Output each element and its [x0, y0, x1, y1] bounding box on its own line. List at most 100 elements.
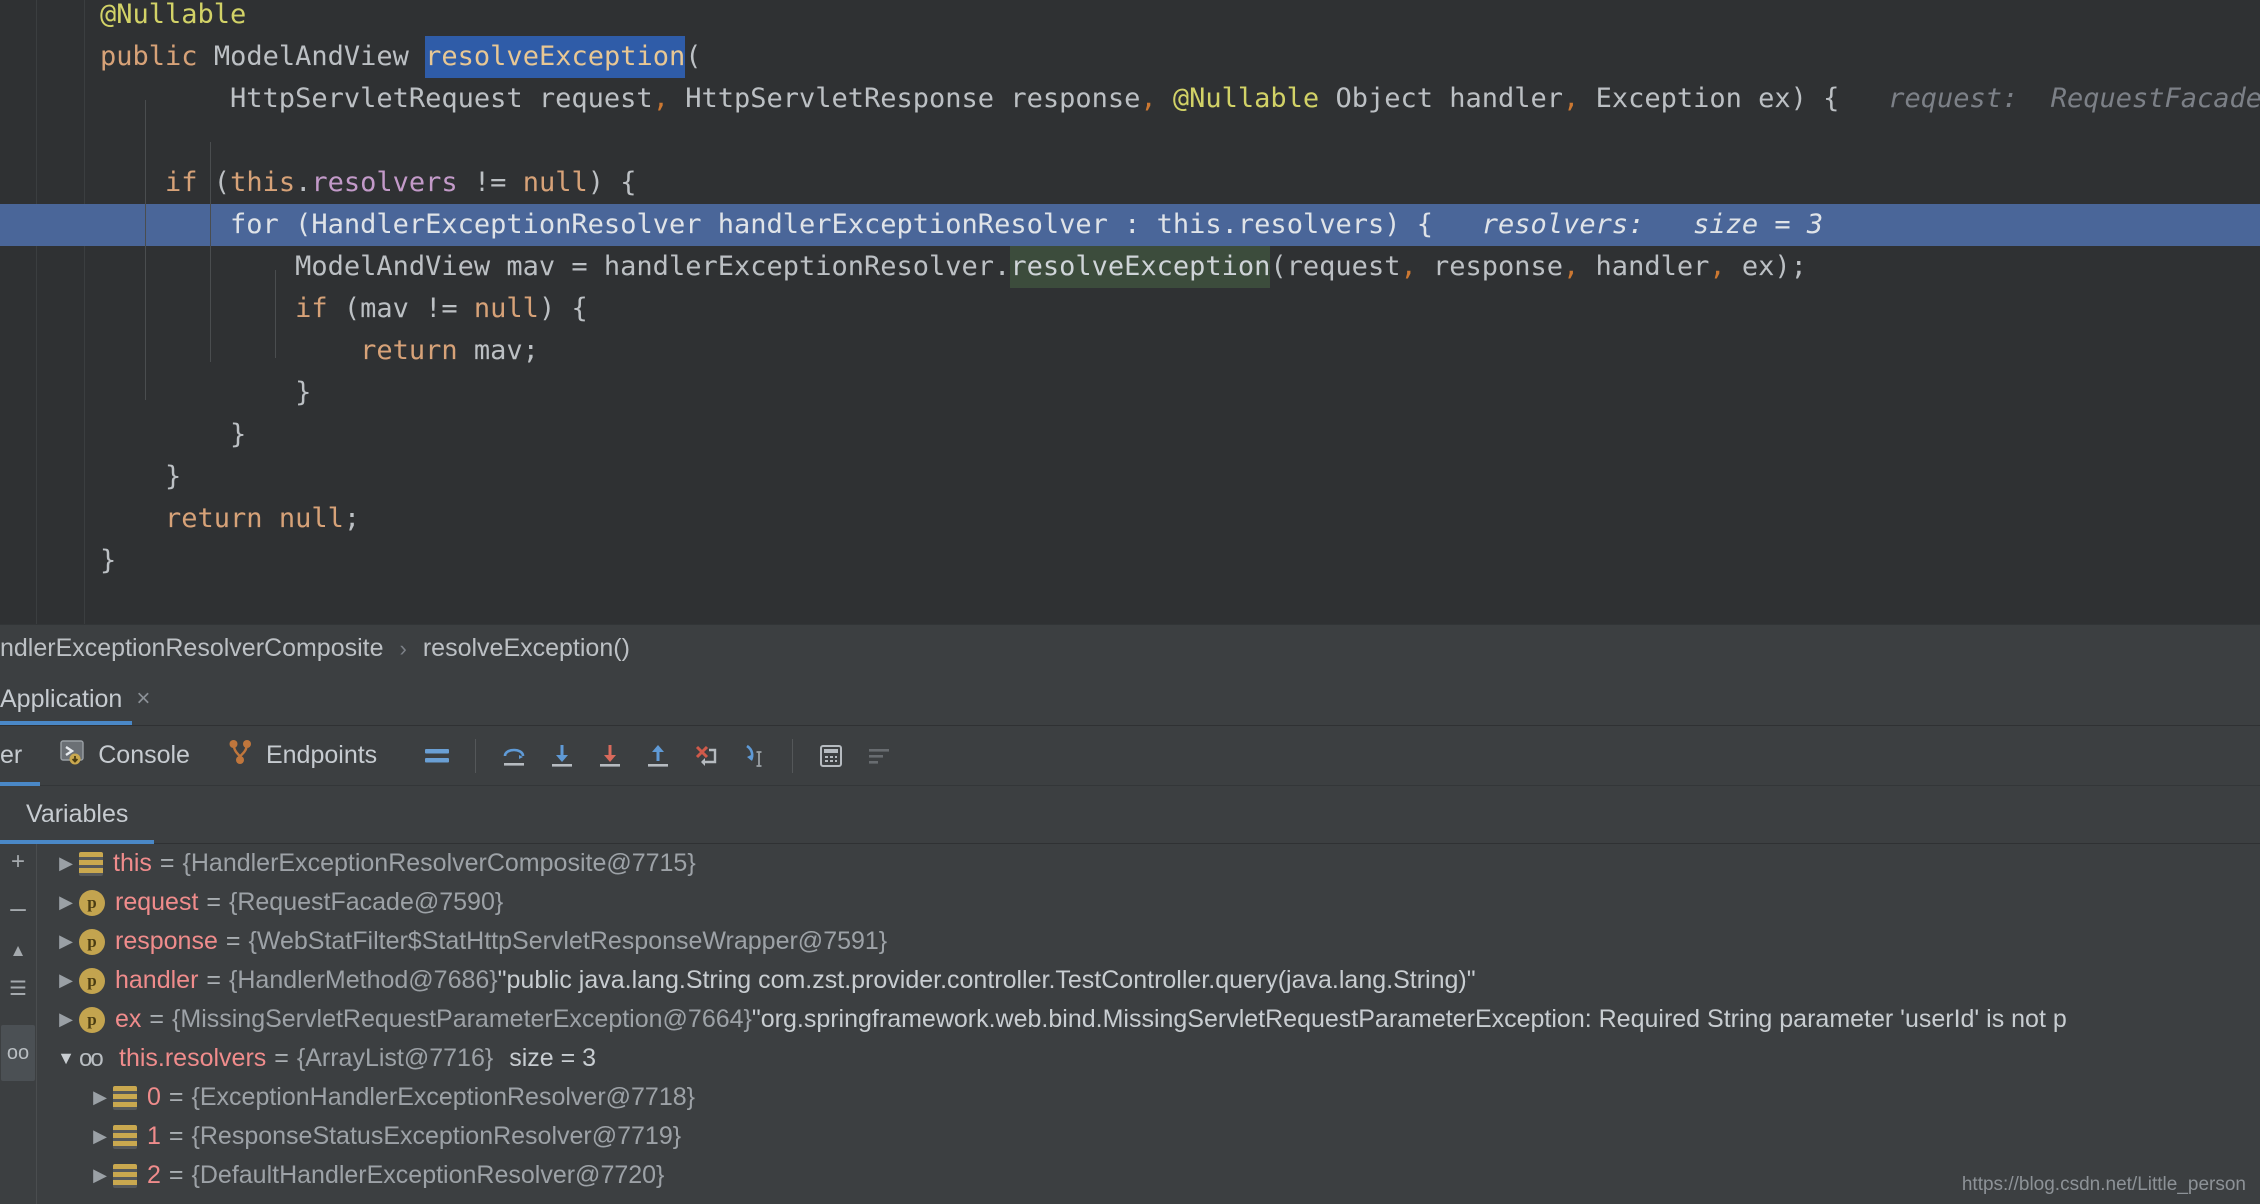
tab-variables[interactable]: Variables [0, 786, 154, 844]
variable-name: ex [115, 1005, 141, 1034]
variables-tree[interactable]: ▶this={HandlerExceptionResolverComposite… [37, 844, 2260, 1204]
code-token: ( [685, 36, 701, 78]
parameter-icon: p [79, 929, 105, 955]
variable-value: {ArrayList@7716} [297, 1044, 493, 1073]
variable-row[interactable]: ▶2={DefaultHandlerExceptionResolver@7720… [37, 1156, 2260, 1195]
code-token [409, 36, 425, 78]
variable-equals: = [152, 849, 183, 878]
toolbar-separator [475, 739, 476, 773]
chevron-right-icon[interactable]: ▶ [53, 1009, 79, 1030]
chevron-right-icon[interactable]: ▶ [53, 931, 79, 952]
code-token: ModelAndView [214, 36, 409, 78]
variable-value: {ExceptionHandlerExceptionResolver@7718} [192, 1083, 695, 1112]
code-token: if [295, 288, 328, 330]
chevron-right-icon[interactable]: ▶ [87, 1087, 113, 1108]
variable-row[interactable]: ▶1={ResponseStatusExceptionResolver@7719… [37, 1117, 2260, 1156]
variable-row[interactable]: ▶prequest={RequestFacade@7590} [37, 883, 2260, 922]
tab-console-label: Console [98, 741, 190, 770]
console-icon [58, 737, 88, 774]
tab-variables-label: Variables [26, 800, 128, 829]
code-token: . [1222, 204, 1238, 246]
code-line: } [0, 540, 2260, 582]
variable-name: 1 [147, 1122, 161, 1151]
tab-endpoints[interactable]: Endpoints [208, 726, 395, 786]
drop-frame-icon[interactable] [682, 732, 730, 780]
code-line: public ModelAndView resolveException( [0, 36, 2260, 78]
debugger-subtabs: Variables [0, 786, 2260, 844]
step-into-icon[interactable] [538, 732, 586, 780]
variable-row[interactable]: ▶presponse={WebStatFilter$StatHttpServle… [37, 922, 2260, 961]
add-icon[interactable]: + [11, 850, 25, 874]
code-token [100, 162, 165, 204]
code-token: ModelAndView mav = handlerExceptionResol… [100, 246, 1010, 288]
watermark: https://blog.csdn.net/Little_person [1962, 1174, 2246, 1196]
parameter-icon: p [79, 890, 105, 916]
chevron-right-icon[interactable]: ▶ [87, 1126, 113, 1147]
list-icon[interactable]: ☰ [9, 979, 27, 999]
code-token: , [1400, 246, 1416, 288]
inline-debug-hint: resolvers: size = 3 [1433, 204, 1823, 246]
chevron-right-icon[interactable]: ▶ [53, 853, 79, 874]
chevron-right-icon[interactable]: ▶ [53, 892, 79, 913]
variable-row[interactable]: ▶0={ExceptionHandlerExceptionResolver@77… [37, 1078, 2260, 1117]
variable-value: {HandlerMethod@7686} [229, 966, 498, 995]
code-token: resolvers [311, 162, 457, 204]
code-editor[interactable]: @Nullablepublic ModelAndView resolveExce… [0, 0, 2260, 624]
close-icon[interactable]: × [136, 685, 150, 713]
code-token: resolveException [425, 36, 685, 78]
tab-console[interactable]: Console [40, 726, 208, 786]
run-configuration-tab[interactable]: Application × [0, 672, 172, 726]
code-token: ) { [1384, 204, 1433, 246]
breadcrumb[interactable]: ndlerExceptionResolverComposite › resolv… [0, 624, 2260, 672]
breadcrumb-method[interactable]: resolveException() [423, 634, 630, 663]
run-to-cursor-icon[interactable] [730, 732, 778, 780]
frames-icon[interactable] [413, 732, 461, 780]
step-over-icon[interactable] [490, 732, 538, 780]
variables-area: + – ▲ ☰ oo ▶this={HandlerExceptionResolv… [0, 844, 2260, 1204]
code-token: ) { [588, 162, 637, 204]
step-out-icon[interactable] [634, 732, 682, 780]
variable-row[interactable]: ▼oothis.resolvers={ArrayList@7716}size =… [37, 1039, 2260, 1078]
object-icon [113, 1164, 137, 1188]
force-step-into-icon[interactable] [586, 732, 634, 780]
code-token: if [165, 162, 198, 204]
code-token: this [1157, 204, 1222, 246]
chevron-right-icon[interactable]: ▶ [87, 1165, 113, 1186]
endpoints-icon [226, 737, 256, 774]
code-token: @Nullable [100, 0, 246, 36]
breadcrumb-class[interactable]: ndlerExceptionResolverComposite [0, 634, 384, 663]
variable-value: {WebStatFilter$StatHttpServletResponseWr… [248, 927, 887, 956]
code-token: (mav != [328, 288, 474, 330]
chevron-right-icon[interactable]: ▶ [53, 970, 79, 991]
debug-toolbar: er Console [0, 726, 2260, 786]
oo-icon[interactable]: oo [1, 1025, 35, 1081]
variable-name: request [115, 888, 198, 917]
variable-row[interactable]: ▶phandler={HandlerMethod@7686} "public j… [37, 961, 2260, 1000]
variable-name: response [115, 927, 218, 956]
code-line: return null; [0, 498, 2260, 540]
code-token: null [279, 498, 344, 540]
tab-debugger-partial[interactable]: er [0, 726, 40, 786]
settings-icon[interactable] [855, 732, 903, 780]
code-token [100, 288, 295, 330]
code-token: mav; [458, 330, 539, 372]
up-icon[interactable]: ▲ [10, 942, 27, 959]
tab-endpoints-label: Endpoints [266, 741, 377, 770]
code-token [100, 204, 230, 246]
remove-icon[interactable]: – [10, 894, 26, 922]
object-icon [79, 852, 103, 876]
code-token: , [653, 78, 669, 120]
variable-name: this.resolvers [119, 1044, 266, 1073]
toolbar-separator-2 [792, 739, 793, 773]
code-token: } [100, 456, 181, 498]
code-token: return [165, 498, 263, 540]
variable-row[interactable]: ▶pex={MissingServletRequestParameterExce… [37, 1000, 2260, 1039]
chevron-down-icon[interactable]: ▼ [53, 1048, 79, 1069]
evaluate-expression-icon[interactable] [807, 732, 855, 780]
code-token [1157, 78, 1173, 120]
code-token: . [295, 162, 311, 204]
variable-equals: = [161, 1122, 192, 1151]
variable-row[interactable]: ▶this={HandlerExceptionResolverComposite… [37, 844, 2260, 883]
variable-value: {DefaultHandlerExceptionResolver@7720} [192, 1161, 665, 1190]
code-line: @Nullable [0, 0, 2260, 36]
